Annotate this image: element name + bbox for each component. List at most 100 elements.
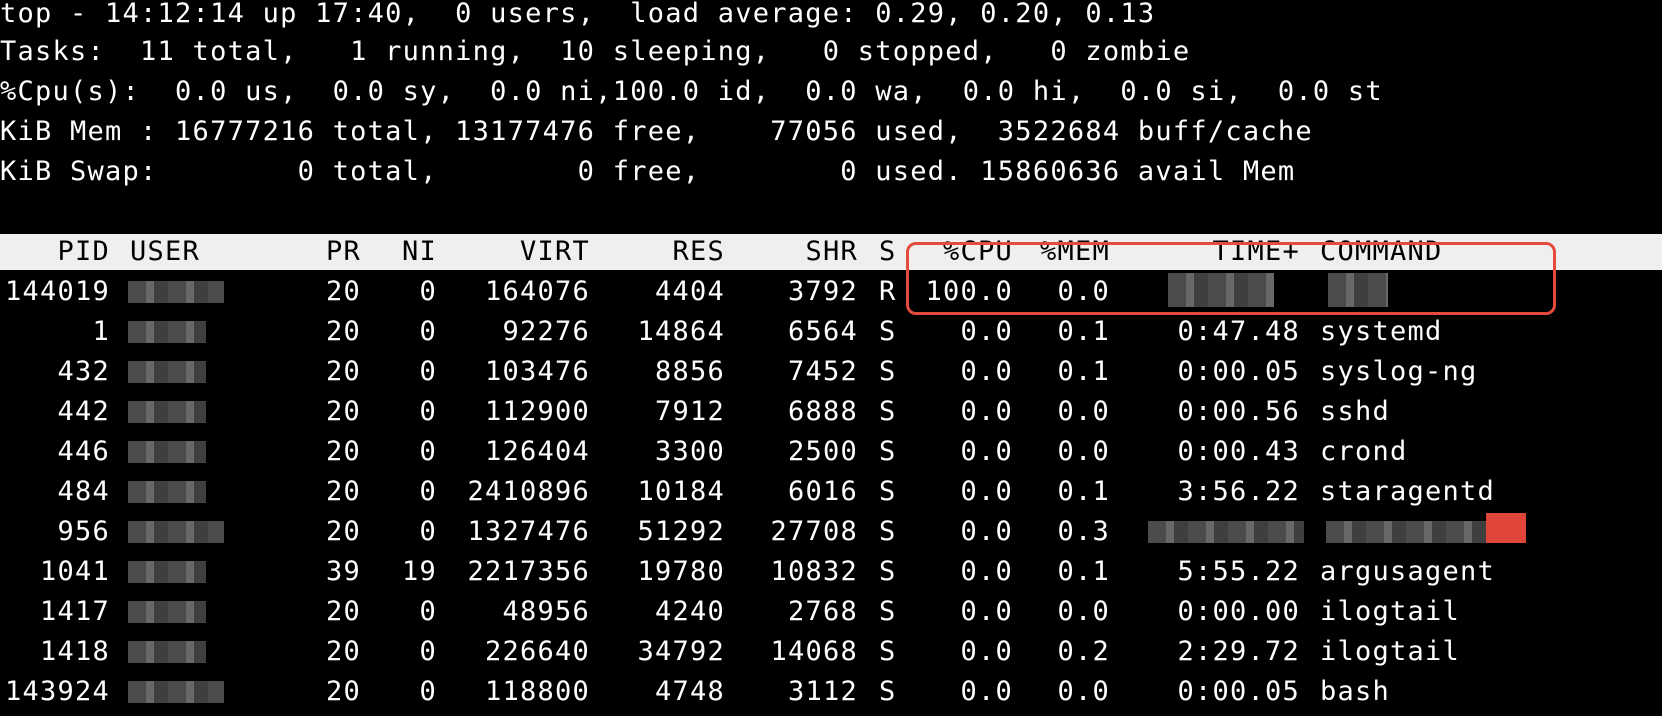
cell-command: argusagent: [1320, 556, 1496, 587]
cell-state: S: [879, 636, 897, 667]
cell-shr: 6016: [787, 476, 858, 507]
table-row[interactable]: 956 20 0 1327476 51292 27708 S 0.0 0.3: [0, 512, 1662, 552]
table-row[interactable]: 1417 20 0 48956 4240 2768 S 0.0 0.0 0:00.00 ilogta…: [0, 592, 1662, 632]
cell-command: bash: [1320, 676, 1391, 707]
table-row[interactable]: 1 20 0 92276 14864 6564 S 0.0 0.1 0:47.48 systemd: [0, 312, 1662, 352]
cell-ni: 0: [419, 676, 437, 707]
cell-state: S: [879, 556, 897, 587]
cell-virt: 2410896: [467, 476, 590, 507]
cell-mem: 0.1: [1057, 356, 1110, 387]
cell-command: ilogtail: [1320, 596, 1461, 627]
table-row[interactable]: 1041 39 19 2217356 19780 10832 S 0.0 0.1 5:55.22 a…: [0, 552, 1662, 592]
cell-mem: 0.1: [1057, 476, 1110, 507]
cell-pr: 20: [325, 276, 361, 307]
table-row[interactable]: 484 20 0 2410896 10184 6016 S 0.0 0.1 3:56.22 star…: [0, 472, 1662, 512]
summary-swap-line: KiB Swap: 0 total, 0 free, 0 used. 15860…: [0, 156, 1296, 187]
cell-state: S: [879, 476, 897, 507]
cell-shr: 10832: [770, 556, 858, 587]
redacted-time: [1148, 521, 1304, 543]
column-header-res: RES: [672, 236, 725, 267]
cell-mem: 0.0: [1057, 436, 1110, 467]
cell-shr: 14068: [770, 636, 858, 667]
redacted-user: [128, 601, 206, 623]
cell-virt: 1327476: [467, 516, 590, 547]
table-row[interactable]: 1418 20 0 226640 34792 14068 S 0.0 0.2 2:29.72 ilo…: [0, 632, 1662, 672]
cell-pid: 1417: [39, 596, 110, 627]
cell-ni: 0: [419, 476, 437, 507]
cell-virt: 112900: [484, 396, 590, 427]
cell-time: 3:56.22: [1177, 476, 1300, 507]
redacted-user: [128, 401, 206, 423]
cell-mem: 0.0: [1057, 596, 1110, 627]
cell-pid: 1418: [39, 636, 110, 667]
cell-pr: 20: [325, 476, 361, 507]
cell-ni: 0: [419, 316, 437, 347]
cell-ni: 0: [419, 276, 437, 307]
cell-ni: 0: [419, 636, 437, 667]
cell-cpu: 0.0: [960, 356, 1013, 387]
cell-pr: 20: [325, 676, 361, 707]
table-row[interactable]: 442 20 0 112900 7912 6888 S 0.0 0.0 0:00.56 sshd: [0, 392, 1662, 432]
cell-state: S: [879, 676, 897, 707]
cell-time: 2:29.72: [1177, 636, 1300, 667]
cell-state: S: [879, 396, 897, 427]
redacted-user: [128, 441, 206, 463]
cell-mem: 0.0: [1057, 676, 1110, 707]
cell-time: 0:00.00: [1177, 596, 1300, 627]
cell-shr: 3792: [787, 276, 858, 307]
cell-virt: 92276: [502, 316, 590, 347]
cell-state: S: [879, 356, 897, 387]
cell-res: 51292: [637, 516, 725, 547]
cell-cpu: 0.0: [960, 636, 1013, 667]
column-header-virt: VIRT: [519, 236, 590, 267]
cell-pr: 20: [325, 396, 361, 427]
table-row[interactable]: 446 20 0 126404 3300 2500 S 0.0 0.0 0:00.43 crond: [0, 432, 1662, 472]
cell-cpu: 0.0: [960, 436, 1013, 467]
summary-mem-line: KiB Mem : 16777216 total, 13177476 free,…: [0, 116, 1313, 147]
cell-pr: 20: [325, 356, 361, 387]
cell-pr: 39: [325, 556, 361, 587]
cell-ni: 0: [419, 516, 437, 547]
cell-pid: 144019: [4, 276, 110, 307]
cell-ni: 0: [419, 396, 437, 427]
table-row[interactable]: 143924 20 0 118800 4748 3112 S 0.0 0.0 0:00.05 bas…: [0, 672, 1662, 712]
cell-mem: 0.2: [1057, 636, 1110, 667]
summary-cpu-line: %Cpu(s): 0.0 us, 0.0 sy, 0.0 ni,100.0 id…: [0, 76, 1383, 107]
cell-command: ilogtail: [1320, 636, 1461, 667]
cell-shr: 2768: [787, 596, 858, 627]
cell-shr: 6564: [787, 316, 858, 347]
cell-command: syslog-ng: [1320, 356, 1478, 387]
cell-res: 4748: [654, 676, 725, 707]
cell-res: 10184: [637, 476, 725, 507]
cell-virt: 226640: [484, 636, 590, 667]
cell-virt: 118800: [484, 676, 590, 707]
cell-virt: 103476: [484, 356, 590, 387]
redacted-user: [128, 361, 206, 383]
cell-pid: 484: [57, 476, 110, 507]
cell-ni: 0: [419, 356, 437, 387]
cell-cpu: 0.0: [960, 676, 1013, 707]
cell-command: systemd: [1320, 316, 1443, 347]
cell-cpu: 0.0: [960, 396, 1013, 427]
column-header-state: S: [879, 236, 897, 267]
terminal-window[interactable]: top - 14:12:14 up 17:40, 0 users, load a…: [0, 0, 1662, 716]
cell-shr: 6888: [787, 396, 858, 427]
redacted-user: [128, 321, 206, 343]
cell-pr: 20: [325, 516, 361, 547]
cell-res: 8856: [654, 356, 725, 387]
cell-command: crond: [1320, 436, 1408, 467]
redacted-user: [128, 281, 224, 303]
column-header-user: USER: [130, 236, 201, 267]
cell-pr: 20: [325, 316, 361, 347]
column-header-pid: PID: [57, 236, 110, 267]
table-row[interactable]: 432 20 0 103476 8856 7452 S 0.0 0.1 0:00.05 syslog…: [0, 352, 1662, 392]
cell-pid: 1041: [39, 556, 110, 587]
summary-tasks-line: Tasks: 11 total, 1 running, 10 sleeping,…: [0, 36, 1191, 67]
redacted-user: [128, 561, 206, 583]
redacted-user: [128, 481, 206, 503]
column-header-ni: NI: [401, 236, 437, 267]
cell-time: 5:55.22: [1177, 556, 1300, 587]
cell-ni: 0: [419, 596, 437, 627]
cell-time: 0:00.05: [1177, 676, 1300, 707]
column-header-pr: PR: [325, 236, 361, 267]
